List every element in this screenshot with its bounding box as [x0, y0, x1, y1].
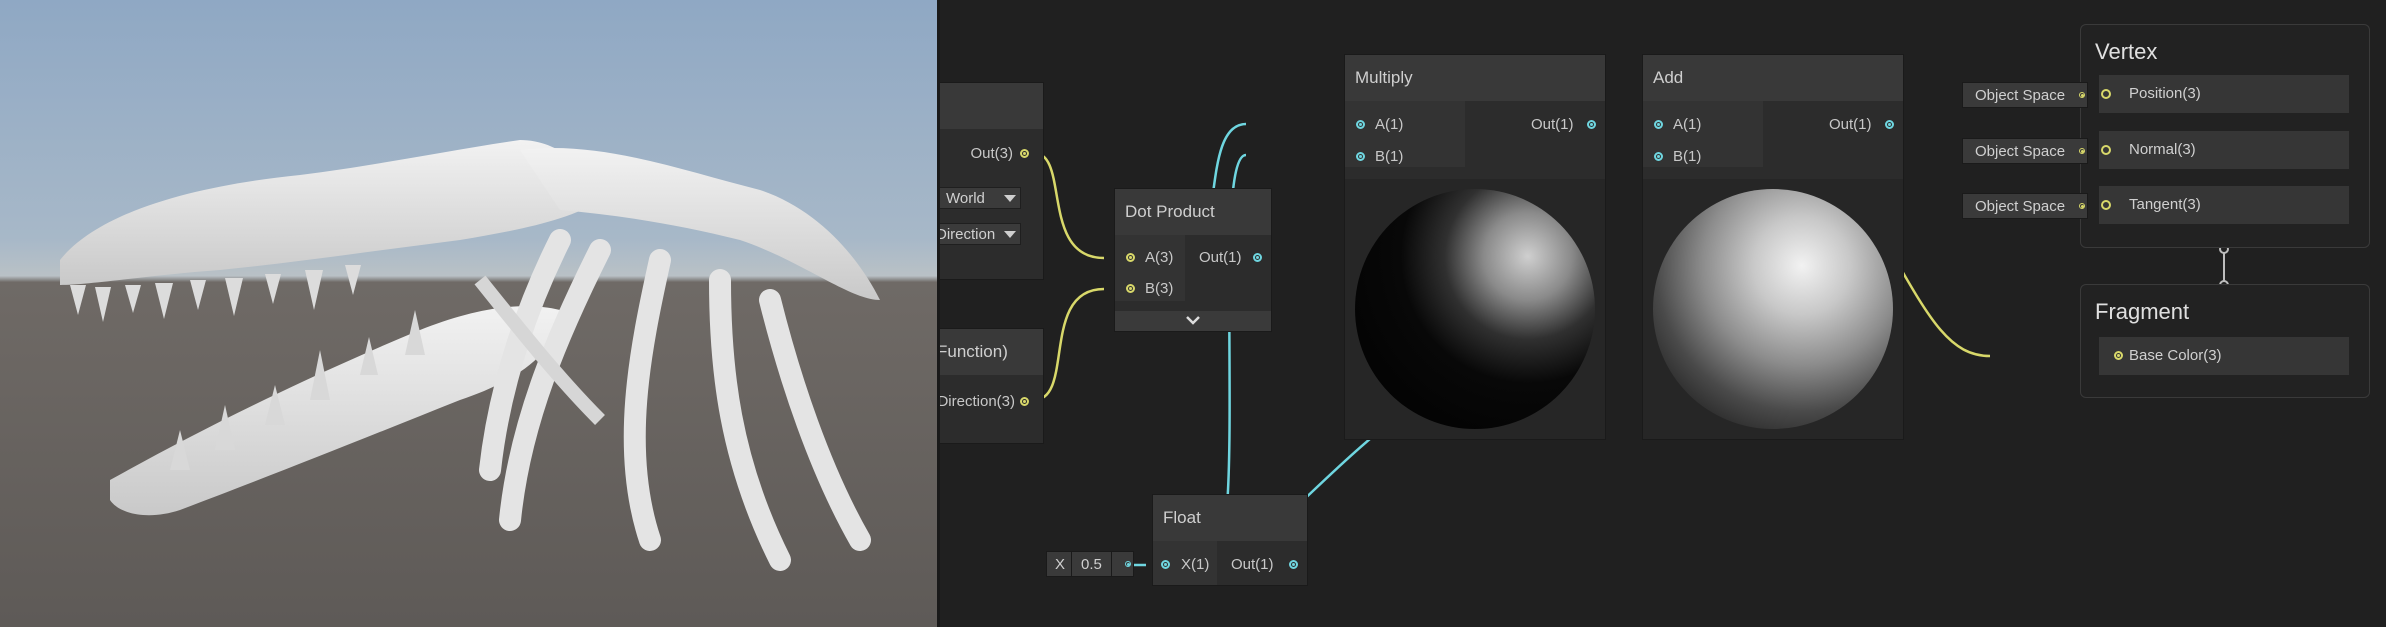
fragment-title: Fragment	[2095, 299, 2190, 324]
out-port-label: Direction(3)	[940, 393, 1015, 410]
tangent-port[interactable]	[2101, 200, 2111, 210]
a-input-label: A(1)	[1673, 116, 1702, 133]
b-input-dot[interactable]	[1654, 152, 1663, 161]
position-port[interactable]	[2101, 89, 2111, 99]
b-input-dot[interactable]	[1126, 284, 1135, 293]
normal-port[interactable]	[2101, 145, 2111, 155]
preview-sphere	[1355, 189, 1595, 429]
base-color-port[interactable]	[2114, 351, 2123, 360]
base-color-block[interactable]: Base Color(3)	[2099, 337, 2349, 375]
out-port-dot[interactable]	[1020, 149, 1029, 158]
fragment-context[interactable]: Fragment Base Color(3)	[2080, 284, 2370, 398]
node-title: Function)	[940, 342, 1008, 361]
field-port-dot	[2079, 92, 2085, 98]
normal-block[interactable]: Normal(3)	[2099, 131, 2349, 169]
b-input-label: B(1)	[1375, 148, 1404, 165]
out-port-label: Out(1)	[1531, 116, 1574, 133]
b-input-label: B(1)	[1673, 148, 1702, 165]
scene-viewport[interactable]	[0, 0, 937, 627]
node-title: Add	[1653, 68, 1684, 87]
out-port-dot[interactable]	[1885, 120, 1894, 129]
out-port-label: Out(1)	[1829, 116, 1872, 133]
add-node[interactable]: Add A(1) B(1) Out(1)	[1642, 54, 1904, 440]
field-port-dot	[2079, 203, 2085, 209]
multiply-node[interactable]: Multiply A(1) B(1) Out(1)	[1344, 54, 1606, 440]
vertex-context[interactable]: Vertex Position(3) Normal(3) Tangent(3)	[2080, 24, 2370, 248]
chevron-down-icon	[1186, 316, 1200, 325]
x-input-dot[interactable]	[1161, 560, 1170, 569]
tangent-block[interactable]: Tangent(3)	[2099, 186, 2349, 224]
skull-model-render	[60, 140, 880, 571]
out-port-label: Out(1)	[1199, 249, 1242, 266]
out-port-dot[interactable]	[1020, 397, 1029, 406]
space-dropdown[interactable]: World	[940, 187, 1021, 209]
float-node[interactable]: Float X(1) Out(1)	[1152, 494, 1308, 586]
field-port-dot	[1125, 561, 1131, 567]
preview-sphere	[1653, 189, 1893, 429]
b-input-label: B(3)	[1145, 280, 1174, 297]
field-port-dot	[2079, 148, 2085, 154]
tangent-space-field[interactable]: Object Space	[1962, 193, 2088, 219]
out-port-dot[interactable]	[1253, 253, 1262, 262]
out-port-label: Out(1)	[1231, 556, 1274, 573]
a-input-dot[interactable]	[1126, 253, 1135, 262]
expand-toggle[interactable]	[1115, 311, 1271, 331]
chevron-down-icon	[1004, 231, 1016, 238]
a-input-label: A(3)	[1145, 249, 1174, 266]
a-input-label: A(1)	[1375, 116, 1404, 133]
x-field-value: 0.5	[1081, 556, 1102, 573]
dot-product-node[interactable]: Dot Product A(3) B(3) Out(1)	[1114, 188, 1272, 332]
x-field-label: X	[1055, 556, 1066, 573]
x-input-label: X(1)	[1181, 556, 1210, 573]
partial-function-node[interactable]: Function) Direction(3)	[940, 328, 1044, 444]
b-input-dot[interactable]	[1356, 152, 1365, 161]
out-port-dot[interactable]	[1587, 120, 1596, 129]
position-space-field[interactable]: Object Space	[1962, 82, 2088, 108]
vertex-title: Vertex	[2095, 39, 2158, 64]
shader-graph-canvas[interactable]: Out(3) World Direction Function) Directi…	[940, 0, 2386, 627]
node-title: Dot Product	[1125, 202, 1215, 221]
node-title: Float	[1163, 508, 1201, 527]
position-block[interactable]: Position(3)	[2099, 75, 2349, 113]
chevron-down-icon	[1004, 195, 1016, 202]
x-value-field[interactable]: X 0.5	[1046, 551, 1134, 577]
node-title: Multiply	[1355, 68, 1413, 87]
a-input-dot[interactable]	[1356, 120, 1365, 129]
out-port-label: Out(3)	[970, 145, 1013, 162]
out-port-dot[interactable]	[1289, 560, 1298, 569]
type-dropdown[interactable]: Direction	[940, 223, 1021, 245]
a-input-dot[interactable]	[1654, 120, 1663, 129]
normal-space-field[interactable]: Object Space	[1962, 138, 2088, 164]
partial-transform-node[interactable]: Out(3) World Direction	[940, 82, 1044, 280]
